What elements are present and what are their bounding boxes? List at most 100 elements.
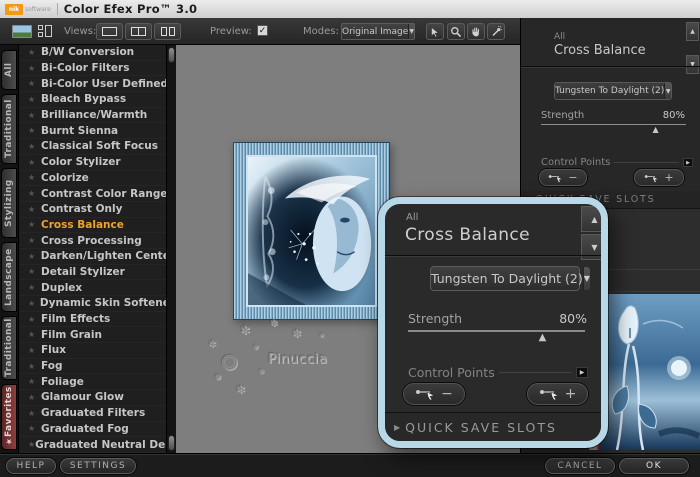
zoom-tool-button[interactable] — [447, 23, 465, 40]
color-efex-pro-window: nik software Color Efex Pro™ 3.0 Views: … — [0, 0, 700, 477]
filter-row[interactable]: ★ Flux — [19, 343, 175, 359]
quick-save-slots-header[interactable]: ▶ QUICK SAVE SLOTS — [385, 412, 601, 441]
views-label: Views: — [64, 26, 97, 37]
sidebar-tab-traditional-4[interactable]: Traditional — [1, 316, 17, 380]
filter-row[interactable]: ★ Darken/Lighten Center — [19, 249, 175, 265]
sidebar-tab-landscape-3[interactable]: Landscape — [1, 242, 17, 312]
star-icon[interactable]: ★ — [28, 283, 41, 292]
star-icon[interactable]: ★ — [28, 205, 41, 214]
scrollbar-thumb-bottom[interactable] — [168, 435, 175, 451]
star-icon[interactable]: ★ — [28, 409, 41, 418]
scroll-down-button[interactable] — [686, 55, 699, 74]
control-points-row: Control Points — [541, 157, 693, 168]
star-icon[interactable]: ★ — [28, 189, 41, 198]
filter-row[interactable]: ★ Cross Balance — [19, 218, 175, 234]
add-control-point-button[interactable]: + — [634, 169, 684, 186]
star-icon[interactable]: ★ — [28, 64, 41, 73]
control-points-expand-button[interactable] — [683, 158, 693, 167]
filter-row[interactable]: ★ Glamour Glow — [19, 390, 175, 406]
star-icon[interactable]: ★ — [28, 252, 41, 261]
filter-row[interactable]: ★ Bi-Color Filters — [19, 61, 175, 77]
star-icon[interactable]: ★ — [28, 48, 41, 57]
filter-list: ★ B/W Conversion ★ Bi-Color Filters ★ Bi-Colo… — [18, 45, 194, 453]
filter-row[interactable]: ★ Graduated Neutral Density — [19, 437, 194, 453]
filter-row[interactable]: ★ Graduated Fog — [19, 422, 175, 438]
star-icon[interactable]: ★ — [28, 315, 41, 324]
star-icon[interactable]: ★ — [28, 95, 41, 104]
filter-row[interactable]: ★ Color Stylizer — [19, 155, 175, 171]
settings-button[interactable]: SETTINGS — [60, 458, 136, 474]
help-button[interactable]: HELP — [6, 458, 56, 474]
filter-row[interactable]: ★ Dynamic Skin Softener — [19, 296, 175, 312]
star-icon[interactable]: ★ — [28, 330, 41, 339]
star-icon[interactable]: ★ — [28, 267, 41, 276]
cancel-button[interactable]: CANCEL — [545, 458, 615, 474]
star-icon[interactable]: ★ — [28, 236, 41, 245]
filter-row[interactable]: ★ Bi-Color User Defined — [19, 76, 175, 93]
filter-row[interactable]: ★ Contrast Only — [19, 202, 175, 218]
select-tool-button[interactable] — [426, 23, 444, 40]
filter-row[interactable]: ★ Burnt Sienna — [19, 123, 175, 140]
view-side-by-side-button[interactable] — [154, 23, 181, 40]
star-icon[interactable]: ★ — [28, 79, 41, 88]
filter-row[interactable]: ★ Brilliance/Warmth — [19, 108, 175, 124]
remove-control-point-button[interactable]: − — [539, 169, 587, 186]
filter-browser-icon[interactable] — [38, 25, 54, 38]
watermark-flower-icon: ✷ — [252, 343, 260, 353]
filter-row[interactable]: ★ Detail Stylizer — [19, 265, 175, 281]
filter-row[interactable]: ★ Cross Processing — [19, 233, 175, 249]
modes-dropdown[interactable]: Original Image — [341, 23, 415, 40]
filter-list-scrollbar[interactable] — [166, 45, 176, 453]
filter-row[interactable]: ★ Graduated Filters — [19, 406, 175, 422]
slider-marker-icon[interactable]: ▲ — [652, 125, 658, 134]
strength-slider[interactable]: ▲ — [408, 330, 585, 343]
view-split-button[interactable] — [125, 23, 152, 40]
filter-row[interactable]: ★ Film Grain — [19, 327, 175, 344]
control-point-icon — [539, 390, 559, 400]
add-control-point-button[interactable]: + — [527, 383, 588, 405]
sidebar-tab-favorites-5[interactable]: ★ Favorites — [1, 384, 17, 450]
preset-dropdown[interactable]: Tungsten To Daylight (2) — [554, 82, 672, 100]
scroll-up-button[interactable] — [686, 22, 699, 41]
star-icon[interactable]: ★ — [28, 111, 41, 120]
preset-dropdown[interactable]: Tungsten To Daylight (2) — [430, 266, 590, 291]
filter-row[interactable]: ★ Film Effects — [19, 312, 175, 328]
star-icon[interactable]: ★ — [28, 299, 40, 308]
filter-row[interactable]: ★ Foliage — [19, 374, 175, 391]
scroll-up-button[interactable] — [581, 206, 601, 232]
filter-row[interactable]: ★ Fog — [19, 359, 175, 375]
strength-slider[interactable]: ▲ — [541, 124, 686, 134]
filter-row[interactable]: ★ Classical Soft Focus — [19, 139, 175, 155]
slider-marker-icon[interactable]: ▲ — [539, 332, 547, 343]
sidebar-tab-stylizing-2[interactable]: Stylizing — [1, 168, 17, 238]
filter-row[interactable]: ★ B/W Conversion — [19, 45, 175, 61]
scrollbar-thumb-top[interactable] — [168, 47, 175, 63]
star-icon[interactable]: ★ — [28, 393, 41, 402]
star-icon[interactable]: ★ — [28, 173, 41, 182]
star-icon[interactable]: ★ — [28, 346, 41, 355]
filter-row[interactable]: ★ Contrast Color Range — [19, 186, 175, 202]
star-icon[interactable]: ★ — [28, 142, 41, 151]
view-single-button[interactable] — [96, 23, 123, 40]
star-icon[interactable]: ★ — [28, 126, 41, 135]
control-points-expand-button[interactable] — [576, 367, 588, 378]
sidebar-tab-traditional-1[interactable]: Traditional — [1, 94, 17, 164]
star-icon[interactable]: ★ — [28, 377, 41, 386]
pan-tool-button[interactable] — [467, 23, 485, 40]
star-icon[interactable]: ★ — [28, 158, 41, 167]
preview-checkbox[interactable]: ✓ — [257, 25, 268, 36]
image-thumbnail-icon[interactable] — [12, 25, 32, 38]
sidebar-tab-all-0[interactable]: All — [1, 50, 17, 90]
star-icon[interactable]: ★ — [28, 220, 41, 229]
star-icon[interactable]: ★ — [28, 424, 41, 433]
eyedropper-tool-button[interactable] — [487, 23, 505, 40]
star-icon[interactable]: ★ — [28, 440, 35, 449]
filter-category: All — [554, 32, 566, 42]
filter-row[interactable]: ★ Duplex — [19, 280, 175, 296]
filter-label: Bleach Bypass — [41, 93, 127, 106]
filter-row[interactable]: ★ Colorize — [19, 171, 175, 187]
star-icon[interactable]: ★ — [28, 362, 41, 371]
remove-control-point-button[interactable]: − — [403, 383, 465, 405]
ok-button[interactable]: OK — [619, 458, 689, 474]
filter-row[interactable]: ★ Bleach Bypass — [19, 92, 175, 108]
